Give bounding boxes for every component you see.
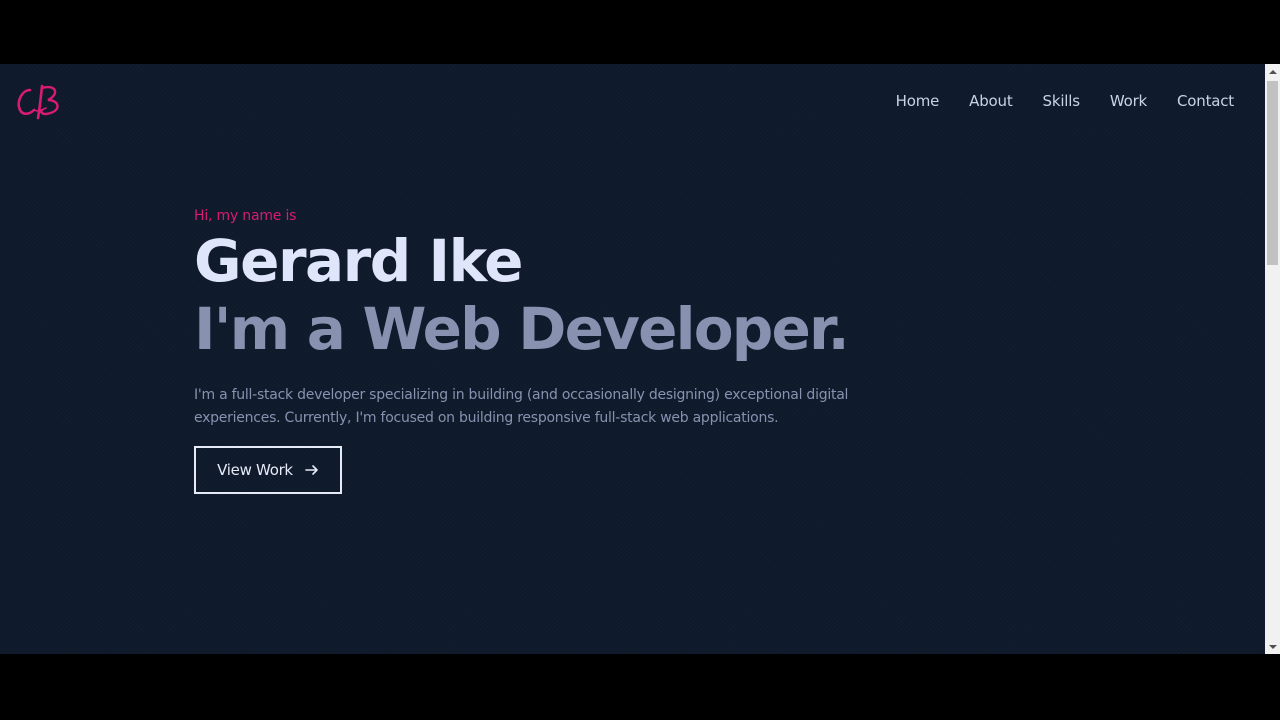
page-viewport: Home About Skills Work Contact Hi, my na… bbox=[0, 64, 1265, 654]
nav-link-skills[interactable]: Skills bbox=[1043, 92, 1081, 110]
site-logo[interactable] bbox=[12, 80, 68, 124]
main-nav: Home About Skills Work Contact bbox=[896, 92, 1235, 110]
scroll-down-arrow-icon[interactable] bbox=[1265, 639, 1280, 654]
hero-name: Gerard Ike bbox=[194, 227, 523, 295]
nav-link-contact[interactable]: Contact bbox=[1177, 92, 1234, 110]
view-work-label: View Work bbox=[217, 461, 293, 479]
scroll-up-arrow-icon[interactable] bbox=[1265, 64, 1280, 79]
nav-link-home[interactable]: Home bbox=[896, 92, 940, 110]
logo-signature-icon bbox=[17, 84, 59, 120]
nav-link-work[interactable]: Work bbox=[1110, 92, 1147, 110]
scrollbar-thumb[interactable] bbox=[1267, 81, 1278, 265]
vertical-scrollbar[interactable] bbox=[1265, 64, 1280, 654]
hero-greeting: Hi, my name is bbox=[194, 208, 297, 224]
hero-section: Hi, my name is Gerard Ike I'm a Web Deve… bbox=[194, 208, 894, 430]
hero-description: I'm a full-stack developer specializing … bbox=[194, 387, 849, 426]
arrow-right-icon bbox=[305, 465, 318, 475]
nav-link-about[interactable]: About bbox=[969, 92, 1013, 110]
view-work-button[interactable]: View Work bbox=[194, 446, 342, 494]
hero-role: I'm a Web Developer. bbox=[194, 295, 850, 363]
